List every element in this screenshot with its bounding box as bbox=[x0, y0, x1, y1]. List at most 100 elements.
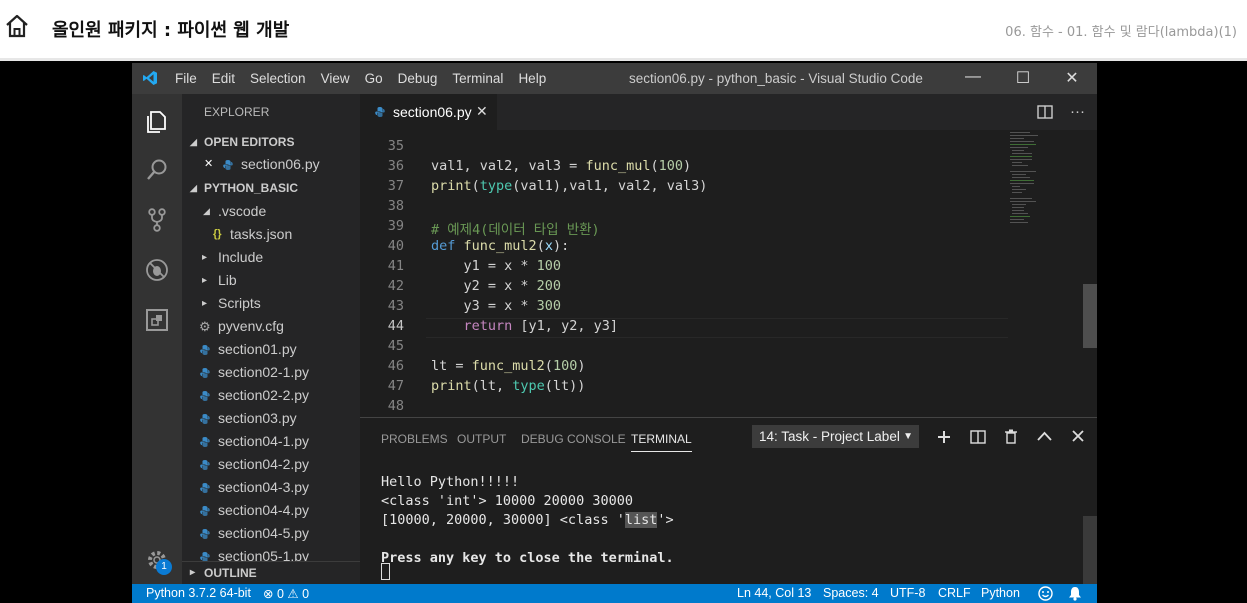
terminal-cursor bbox=[381, 563, 390, 580]
vscode-window: File Edit Selection View Go Debug Termin… bbox=[132, 63, 1097, 603]
python-file-icon bbox=[200, 529, 210, 539]
terminal-output[interactable]: Hello Python!!!!! <class 'int'> 10000 20… bbox=[381, 473, 674, 568]
section-label: PYTHON_BASIC bbox=[204, 181, 299, 195]
feedback-smiley-icon[interactable] bbox=[1038, 586, 1053, 601]
tab-terminal[interactable]: TERMINAL bbox=[631, 432, 692, 452]
tab-output[interactable]: OUTPUT bbox=[457, 432, 506, 446]
outline-section[interactable]: ▸ OUTLINE bbox=[182, 561, 360, 583]
code-line: y3 = x * 300 bbox=[431, 298, 562, 314]
menu-help[interactable]: Help bbox=[518, 71, 546, 86]
tree-item[interactable]: section04-2.py bbox=[182, 453, 360, 476]
tree-item-label: Include bbox=[218, 249, 264, 265]
editor-tab-bar: section06.py ✕ ··· bbox=[360, 94, 1097, 130]
more-actions-icon[interactable]: ··· bbox=[1070, 103, 1085, 120]
code-line: return [y1, y2, y3] bbox=[463, 318, 618, 334]
extensions-icon[interactable] bbox=[143, 306, 171, 334]
menu-file[interactable]: File bbox=[175, 71, 197, 86]
tree-item[interactable]: section02-1.py bbox=[182, 361, 360, 384]
menu-view[interactable]: View bbox=[321, 71, 350, 86]
split-terminal-icon[interactable] bbox=[970, 430, 986, 444]
code-line: # 예제4(데이터 타입 반환) bbox=[431, 222, 600, 238]
open-editors-section[interactable]: ◢ OPEN EDITORS bbox=[182, 131, 360, 153]
section-label: OPEN EDITORS bbox=[204, 135, 295, 149]
tree-item[interactable]: ▸ Lib bbox=[182, 269, 360, 292]
tab-section06[interactable]: section06.py ✕ bbox=[360, 94, 497, 130]
menu-go[interactable]: Go bbox=[365, 71, 383, 86]
line-number: 48 bbox=[387, 398, 404, 414]
menu-terminal[interactable]: Terminal bbox=[452, 71, 503, 86]
line-number: 35 bbox=[387, 138, 404, 154]
indentation[interactable]: Spaces: 4 bbox=[823, 586, 879, 600]
code-line: y1 = x * 100 bbox=[431, 258, 562, 274]
close-icon[interactable]: ✕ bbox=[204, 153, 213, 176]
tree-item[interactable]: section03.py bbox=[182, 407, 360, 430]
minimap[interactable] bbox=[1008, 130, 1083, 417]
open-editor-item[interactable]: ✕ section06.py bbox=[182, 153, 360, 176]
split-editor-icon[interactable] bbox=[1037, 105, 1053, 119]
close-panel-icon[interactable] bbox=[1072, 430, 1084, 442]
tree-item[interactable]: section04-4.py bbox=[182, 499, 360, 522]
error-icon: ⊗ bbox=[263, 587, 274, 601]
lesson-title: 06. 함수 - 01. 함수 및 람다(lambda)(1) bbox=[1005, 25, 1237, 40]
tree-item-label: section01.py bbox=[218, 341, 297, 357]
editor-scrollbar[interactable] bbox=[1083, 284, 1097, 348]
tree-item-label: Scripts bbox=[218, 295, 261, 311]
notification-badge: 1 bbox=[156, 559, 172, 575]
code-editor[interactable]: 34 35 36 val1, val2, val3 = func_mul(100) 37… bbox=[360, 130, 1097, 417]
menu-edit[interactable]: Edit bbox=[212, 71, 235, 86]
python-file-icon bbox=[200, 414, 210, 424]
tree-item[interactable]: section04-3.py bbox=[182, 476, 360, 499]
explorer-icon[interactable] bbox=[143, 107, 171, 135]
maximize-panel-chevron-up-icon[interactable] bbox=[1037, 431, 1052, 441]
tab-problems[interactable]: PROBLEMS bbox=[381, 432, 448, 446]
python-basic-section[interactable]: ◢ PYTHON_BASIC bbox=[182, 177, 360, 199]
python-interpreter[interactable]: Python 3.7.2 64-bit bbox=[146, 586, 251, 600]
encoding[interactable]: UTF-8 bbox=[890, 586, 925, 600]
python-file-icon bbox=[200, 345, 210, 355]
divider bbox=[0, 58, 1247, 61]
close-button[interactable]: ✕ bbox=[1062, 68, 1082, 88]
tree-item[interactable]: ▸ Include bbox=[182, 246, 360, 269]
menu-selection[interactable]: Selection bbox=[250, 71, 306, 86]
tree-item[interactable]: section04-1.py bbox=[182, 430, 360, 453]
trash-icon[interactable] bbox=[1005, 429, 1017, 444]
tree-item[interactable]: section01.py bbox=[182, 338, 360, 361]
line-ending[interactable]: CRLF bbox=[938, 586, 971, 600]
terminal-select[interactable]: 14: Task - Project Label ▼ bbox=[752, 425, 919, 448]
problems-indicator[interactable]: ⊗ 0 ⚠ 0 bbox=[263, 586, 309, 601]
tab-label: section06.py bbox=[393, 104, 472, 120]
python-file-icon bbox=[200, 437, 210, 447]
line-number: 39 bbox=[387, 218, 404, 234]
line-number: 42 bbox=[387, 278, 404, 294]
chevron-down-icon: ▼ bbox=[903, 431, 913, 442]
tree-item[interactable]: ▸ Scripts bbox=[182, 292, 360, 315]
warning-icon: ⚠ bbox=[287, 587, 299, 601]
new-terminal-plus-icon[interactable] bbox=[937, 430, 951, 444]
home-icon[interactable] bbox=[4, 13, 30, 39]
maximize-button[interactable]: ☐ bbox=[1013, 68, 1033, 88]
line-number: 43 bbox=[387, 298, 404, 314]
line-number: 36 bbox=[387, 158, 404, 174]
line-number: 37 bbox=[387, 178, 404, 194]
cursor-position[interactable]: Ln 44, Col 13 bbox=[737, 586, 811, 600]
source-control-icon[interactable] bbox=[143, 206, 171, 234]
minimize-button[interactable]: — bbox=[963, 68, 983, 86]
tree-item[interactable]: {} tasks.json bbox=[182, 223, 360, 246]
notifications-bell-icon[interactable] bbox=[1068, 586, 1082, 601]
tree-item[interactable]: section02-2.py bbox=[182, 384, 360, 407]
tree-item[interactable]: section04-5.py bbox=[182, 522, 360, 545]
tree-item[interactable]: ⚙ pyvenv.cfg bbox=[182, 315, 360, 338]
tree-item[interactable]: ◢ .vscode bbox=[182, 200, 360, 223]
terminal-scrollbar[interactable] bbox=[1083, 516, 1097, 584]
menu-bar: File Edit Selection View Go Debug Termin… bbox=[175, 71, 561, 86]
menu-debug[interactable]: Debug bbox=[398, 71, 438, 86]
error-count: 0 bbox=[276, 587, 284, 601]
section-label: OUTLINE bbox=[204, 566, 257, 580]
debug-icon[interactable] bbox=[143, 256, 171, 284]
settings-file-icon: ⚙ bbox=[199, 319, 211, 334]
tree-item-label: section04-4.py bbox=[218, 502, 310, 518]
tab-debug-console[interactable]: DEBUG CONSOLE bbox=[521, 432, 626, 446]
language-mode[interactable]: Python bbox=[981, 586, 1020, 600]
search-icon[interactable] bbox=[143, 156, 171, 184]
tab-close-icon[interactable]: ✕ bbox=[476, 103, 488, 120]
